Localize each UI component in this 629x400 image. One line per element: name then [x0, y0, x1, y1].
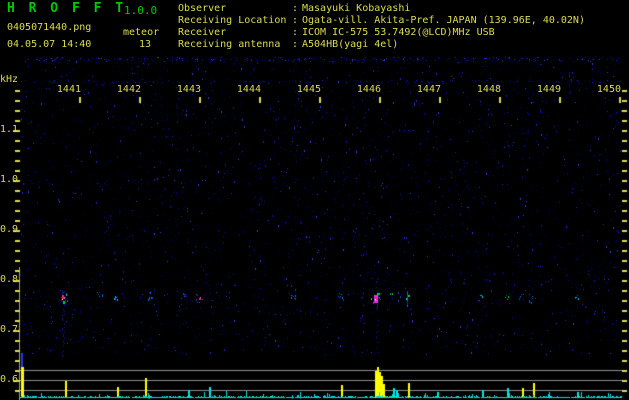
time-axis-label: 1441	[56, 84, 81, 95]
time-axis-label: 1445	[296, 84, 321, 95]
freq-axis-label: 1.1	[0, 124, 19, 135]
app-version: 1.0.0	[124, 4, 158, 17]
app-title: H R O F F T	[7, 1, 127, 16]
receiving-antenna-separator: :	[292, 39, 299, 50]
time-axis-label: 1442	[116, 84, 141, 95]
time-axis-label: 1447	[416, 84, 441, 95]
spectrogram-canvas	[0, 0, 629, 400]
time-axis-label: 1448	[476, 84, 501, 95]
receiver-label: Receiver	[178, 27, 227, 38]
freq-axis-label: 0.9	[0, 224, 19, 235]
receiving-antenna-value: A504HB(yagi 4el)	[302, 39, 399, 50]
receiving-location-label: Receiving Location	[178, 15, 287, 26]
receiving-location-separator: :	[292, 15, 299, 26]
echo-count: 13	[139, 39, 152, 50]
khz-axis-unit: kHz	[0, 74, 19, 85]
hrofft-window: H R O F F T 1.0.0 0405071440.png meteor …	[0, 0, 629, 400]
observation-datetime: 04.05.07 14:40	[7, 39, 92, 50]
freq-axis-label: 1.0	[0, 174, 19, 185]
observer-separator: :	[292, 3, 299, 14]
receiver-separator: :	[292, 27, 299, 38]
time-axis-label: 1450	[596, 84, 621, 95]
observer-value: Masayuki Kobayashi	[302, 3, 411, 14]
output-filename: 0405071440.png	[7, 22, 92, 33]
time-axis-label: 1444	[236, 84, 261, 95]
freq-axis-label: 0.7	[0, 324, 19, 335]
observation-mode: meteor	[123, 27, 160, 38]
receiving-antenna-label: Receiving antenna	[178, 39, 281, 50]
freq-axis-label: 0.6	[0, 374, 19, 385]
time-axis-label: 1443	[176, 84, 201, 95]
time-axis-label: 1446	[356, 84, 381, 95]
receiving-location-value: Ogata-vill. Akita-Pref. JAPAN (139.96E, …	[302, 15, 585, 26]
time-axis-label: 1449	[536, 84, 561, 95]
receiver-value: ICOM IC-575 53.7492(@LCD)MHz USB	[302, 27, 495, 38]
freq-axis-label: 0.8	[0, 274, 19, 285]
observer-label: Observer	[178, 3, 227, 14]
